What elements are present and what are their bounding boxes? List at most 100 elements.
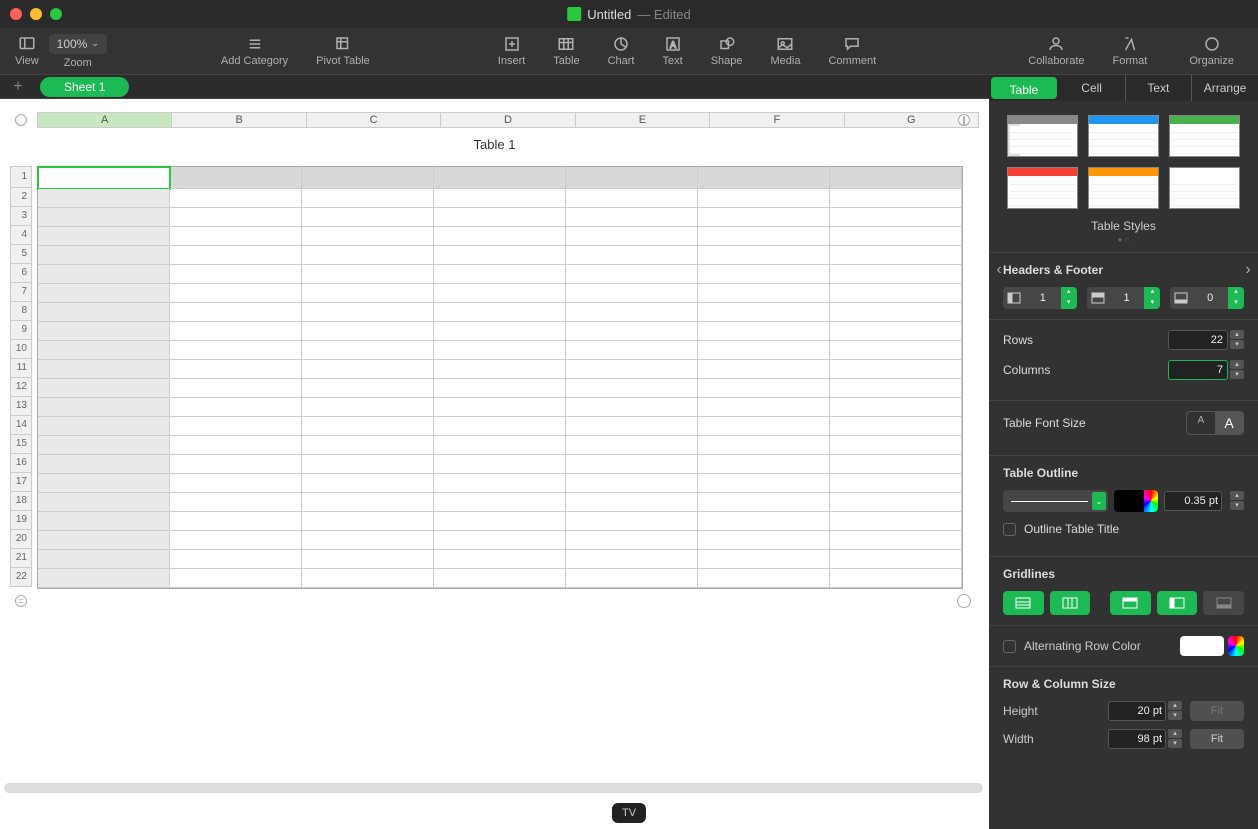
cell-G22[interactable] [830,569,962,588]
row-header-15[interactable]: 15 [10,435,32,454]
cell-A15[interactable] [38,436,170,455]
cell-G9[interactable] [830,322,962,341]
row-header-8[interactable]: 8 [10,302,32,321]
row-header-12[interactable]: 12 [10,378,32,397]
cell-E14[interactable] [566,417,698,436]
width-stepper[interactable]: ▴▾ [1168,729,1182,749]
cell-C9[interactable] [302,322,434,341]
gridlines-header-h-button[interactable] [1110,591,1151,615]
cell-D3[interactable] [434,208,566,227]
row-header-21[interactable]: 21 [10,549,32,568]
cell-A17[interactable] [38,474,170,493]
outline-width-stepper[interactable]: ▴▾ [1230,491,1244,511]
column-header-C[interactable]: C [307,112,441,128]
cell-B2[interactable] [170,189,302,208]
column-header-B[interactable]: B [172,112,306,128]
cell-F13[interactable] [698,398,830,417]
cell-D20[interactable] [434,531,566,550]
table-style-6[interactable] [1169,167,1240,209]
cell-G14[interactable] [830,417,962,436]
cell-E17[interactable] [566,474,698,493]
cell-C15[interactable] [302,436,434,455]
cell-B16[interactable] [170,455,302,474]
outline-line-style[interactable]: ⌄ [1003,490,1108,512]
outline-color-well[interactable] [1114,490,1158,512]
cell-C17[interactable] [302,474,434,493]
row-header-16[interactable]: 16 [10,454,32,473]
cell-G7[interactable] [830,284,962,303]
table-title[interactable]: Table 1 [474,137,516,152]
outline-width-input[interactable] [1164,491,1222,511]
cell-D5[interactable] [434,246,566,265]
header-columns-control[interactable]: 1▴▾ [1003,287,1077,309]
row-header-2[interactable]: 2 [10,188,32,207]
cell-A5[interactable] [38,246,170,265]
cell-C12[interactable] [302,379,434,398]
cell-A2[interactable] [38,189,170,208]
height-stepper[interactable]: ▴▾ [1168,701,1182,721]
cell-D9[interactable] [434,322,566,341]
cell-C8[interactable] [302,303,434,322]
cell-F14[interactable] [698,417,830,436]
cell-E11[interactable] [566,360,698,379]
cell-C3[interactable] [302,208,434,227]
cell-A4[interactable] [38,227,170,246]
cell-E9[interactable] [566,322,698,341]
row-header-10[interactable]: 10 [10,340,32,359]
cell-D18[interactable] [434,493,566,512]
width-fit-button[interactable]: Fit [1190,729,1244,749]
cell-G2[interactable] [830,189,962,208]
row-header-18[interactable]: 18 [10,492,32,511]
table-style-3[interactable] [1169,115,1240,157]
cell-F8[interactable] [698,303,830,322]
resize-table-handle[interactable] [953,591,975,611]
gridlines-body-h-button[interactable] [1003,591,1044,615]
cell-E6[interactable] [566,265,698,284]
row-header-9[interactable]: 9 [10,321,32,340]
row-header-6[interactable]: 6 [10,264,32,283]
columns-input[interactable] [1168,360,1228,380]
cell-D22[interactable] [434,569,566,588]
add-category-button[interactable]: Add Category [207,35,302,67]
cell-G6[interactable] [830,265,962,284]
cell-D19[interactable] [434,512,566,531]
cell-A10[interactable] [38,341,170,360]
cell-B5[interactable] [170,246,302,265]
zoom-window-button[interactable] [50,8,62,20]
cell-B12[interactable] [170,379,302,398]
cell-D14[interactable] [434,417,566,436]
row-header-1[interactable]: 1 [10,166,32,188]
cell-E18[interactable] [566,493,698,512]
table-corner-handle[interactable] [10,112,32,128]
gridlines-body-v-button[interactable] [1050,591,1091,615]
cell-G19[interactable] [830,512,962,531]
cell-E21[interactable] [566,550,698,569]
cell-F1[interactable] [698,167,830,189]
cell-G1[interactable] [830,167,962,189]
cell-B6[interactable] [170,265,302,284]
cell-C2[interactable] [302,189,434,208]
cell-F17[interactable] [698,474,830,493]
shape-button[interactable]: Shape [697,35,757,67]
cell-E4[interactable] [566,227,698,246]
cell-A7[interactable] [38,284,170,303]
cell-D13[interactable] [434,398,566,417]
cell-D10[interactable] [434,341,566,360]
column-header-F[interactable]: F [710,112,844,128]
view-button[interactable]: View [10,35,49,67]
row-header-19[interactable]: 19 [10,511,32,530]
cell-D16[interactable] [434,455,566,474]
cell-B17[interactable] [170,474,302,493]
cell-C11[interactable] [302,360,434,379]
alternating-row-color-well[interactable] [1180,636,1224,656]
table-button[interactable]: Table [539,35,593,67]
cell-F15[interactable] [698,436,830,455]
cell-A18[interactable] [38,493,170,512]
cell-D11[interactable] [434,360,566,379]
cell-C7[interactable] [302,284,434,303]
column-header-E[interactable]: E [576,112,710,128]
cell-C13[interactable] [302,398,434,417]
styles-prev-button[interactable]: ‹ [991,261,1007,281]
alternating-row-color-picker[interactable] [1228,636,1244,656]
cell-F10[interactable] [698,341,830,360]
